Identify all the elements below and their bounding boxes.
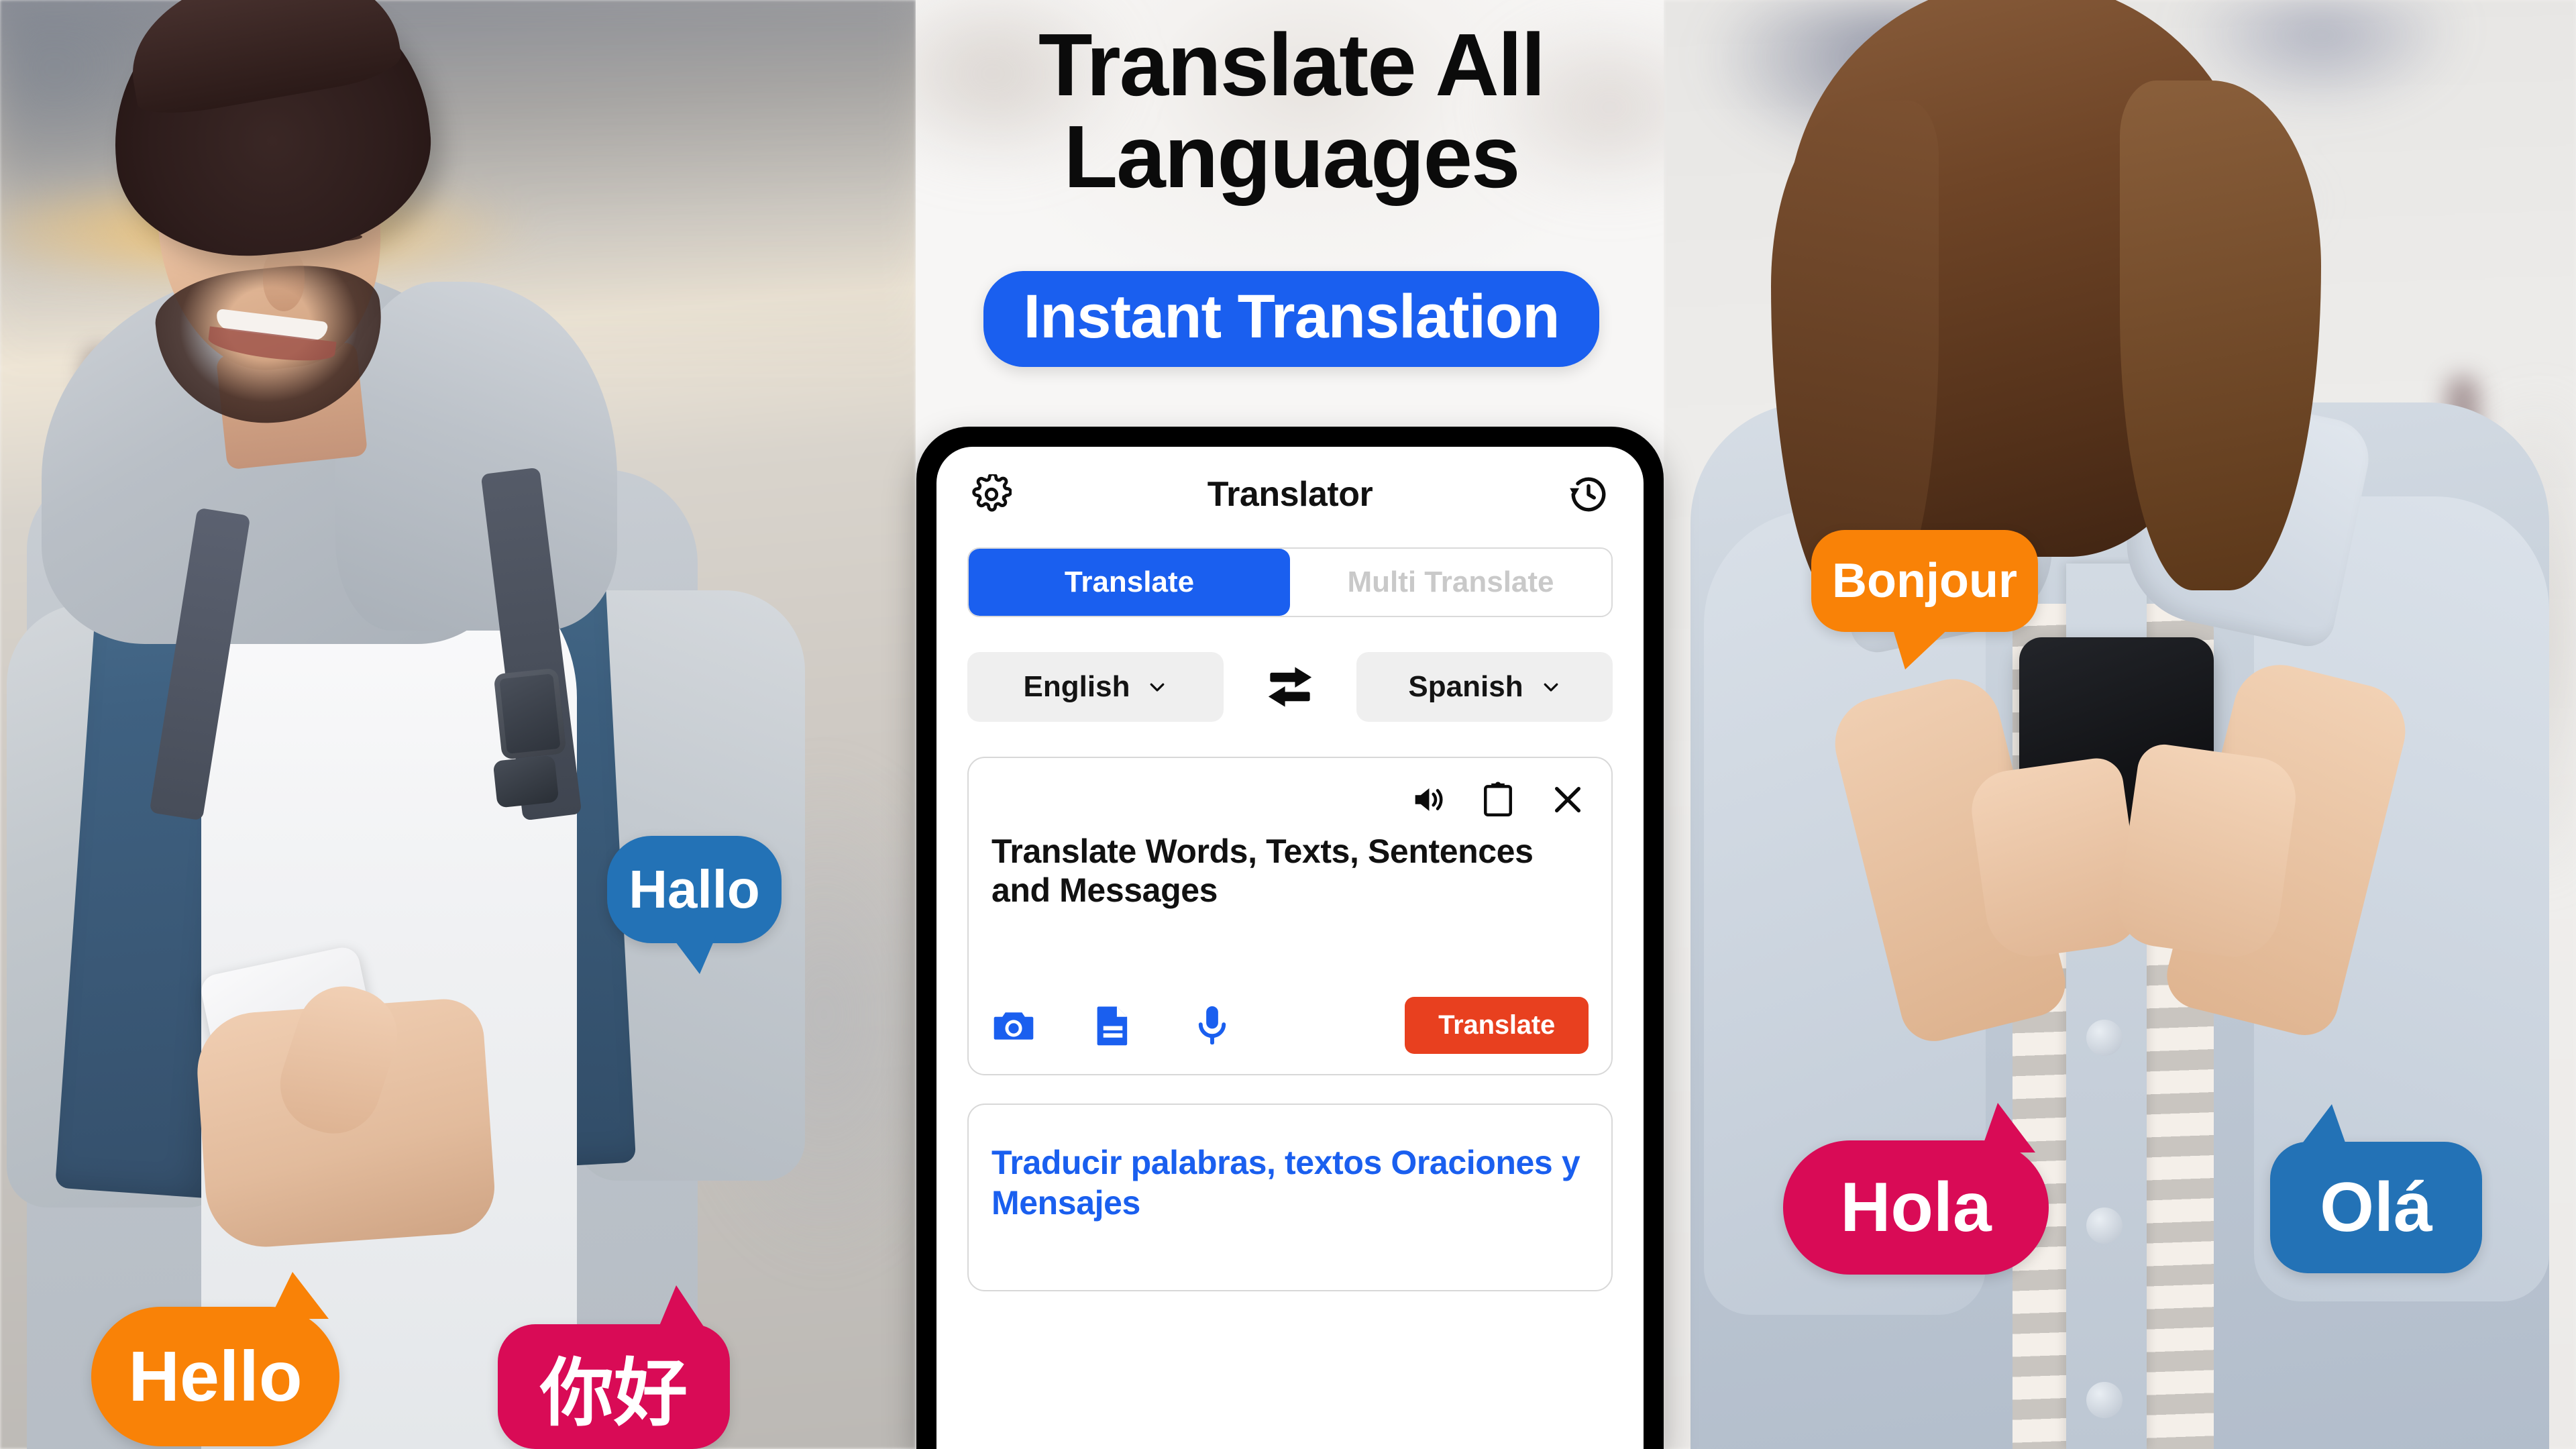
phone-screen: Translator Translate Multi Translate Eng… (936, 447, 1644, 1449)
man-figure (0, 0, 916, 1449)
left-photo-man-with-phone (0, 0, 916, 1449)
speech-bubble-ola: Olá (2270, 1104, 2482, 1273)
man-backpack-buckle (493, 667, 567, 760)
speech-bubble-tail (2294, 1104, 2349, 1154)
speech-bubble-hello: Hello (91, 1272, 339, 1446)
woman-jacket-button-2 (2086, 1208, 2123, 1244)
source-card-actions: Translate (991, 997, 1589, 1054)
page-title-line-1: Translate All (1038, 15, 1546, 114)
history-icon[interactable] (1564, 470, 1613, 519)
language-selector-row: English Spanish (967, 652, 1613, 722)
speech-bubble-bonjour-label: Bonjour (1832, 554, 2017, 608)
close-icon[interactable] (1547, 779, 1589, 820)
source-language-selector[interactable]: English (967, 652, 1224, 722)
speech-bubble-tail (1980, 1103, 2035, 1152)
swap-arrows-icon (1268, 667, 1312, 707)
source-text-card: Translate Words, Texts, Sentences and Me… (967, 757, 1613, 1075)
man-nose (263, 250, 305, 311)
phone-mockup: Translator Translate Multi Translate Eng… (916, 427, 1664, 1449)
woman-jacket-button-3 (2086, 1382, 2123, 1418)
page-title: Translate All Languages (892, 19, 1690, 203)
speech-bubble-tail (1892, 625, 1952, 669)
app-title: Translator (1207, 475, 1373, 514)
mode-tabs: Translate Multi Translate (967, 547, 1613, 617)
clipboard-icon[interactable] (1477, 779, 1519, 820)
source-language-label: English (1023, 670, 1130, 703)
tab-multi-translate[interactable]: Multi Translate (1290, 549, 1611, 616)
document-icon[interactable] (1091, 1004, 1135, 1048)
speech-bubble-tail (656, 1285, 708, 1334)
instant-translation-badge: Instant Translation (869, 271, 1714, 367)
speech-bubble-hola: Hola (1783, 1103, 2049, 1275)
camera-icon[interactable] (991, 1004, 1036, 1048)
microphone-icon[interactable] (1190, 1004, 1234, 1048)
speech-bubble-bonjour: Bonjour (1811, 530, 2038, 669)
woman-hand-left (1966, 755, 2146, 963)
speech-bubble-ola-label: Olá (2320, 1168, 2432, 1246)
speech-bubble-hola-label: Hola (1840, 1168, 1992, 1246)
speech-bubble-hallo: Hallo (607, 836, 782, 974)
man-backpack-buckle-lower (492, 755, 559, 808)
translation-output-text: Traducir palabras, textos Oraciones y Me… (991, 1144, 1580, 1222)
swap-languages-button[interactable] (1258, 663, 1322, 711)
chevron-down-icon (1544, 683, 1558, 692)
page-title-line-2: Languages (1063, 107, 1521, 207)
speech-bubble-hello-label: Hello (128, 1336, 303, 1416)
speech-bubble-nihao: 你好 (498, 1285, 730, 1449)
target-language-selector[interactable]: Spanish (1356, 652, 1613, 722)
gear-icon[interactable] (967, 470, 1016, 519)
promo-banner: Translate All Languages Instant Translat… (0, 0, 2576, 1449)
source-card-toolbar (991, 775, 1589, 824)
source-text[interactable]: Translate Words, Texts, Sentences and Me… (991, 832, 1589, 979)
instant-translation-badge-label: Instant Translation (983, 271, 1600, 367)
speech-bubble-hallo-label: Hallo (629, 859, 760, 919)
woman-hand-right (2113, 741, 2301, 963)
speech-bubble-tail (672, 936, 716, 974)
target-language-label: Spanish (1408, 670, 1523, 703)
speaker-icon[interactable] (1407, 779, 1449, 820)
chevron-down-icon (1150, 683, 1165, 692)
app-bar: Translator (936, 447, 1644, 542)
speech-bubble-nihao-label: 你好 (540, 1352, 688, 1435)
woman-jacket-button-1 (2086, 1020, 2123, 1056)
tab-translate[interactable]: Translate (969, 549, 1290, 616)
speech-bubble-tail (270, 1272, 329, 1319)
translation-output-card: Traducir palabras, textos Oraciones y Me… (967, 1104, 1613, 1291)
translate-button[interactable]: Translate (1405, 997, 1589, 1054)
